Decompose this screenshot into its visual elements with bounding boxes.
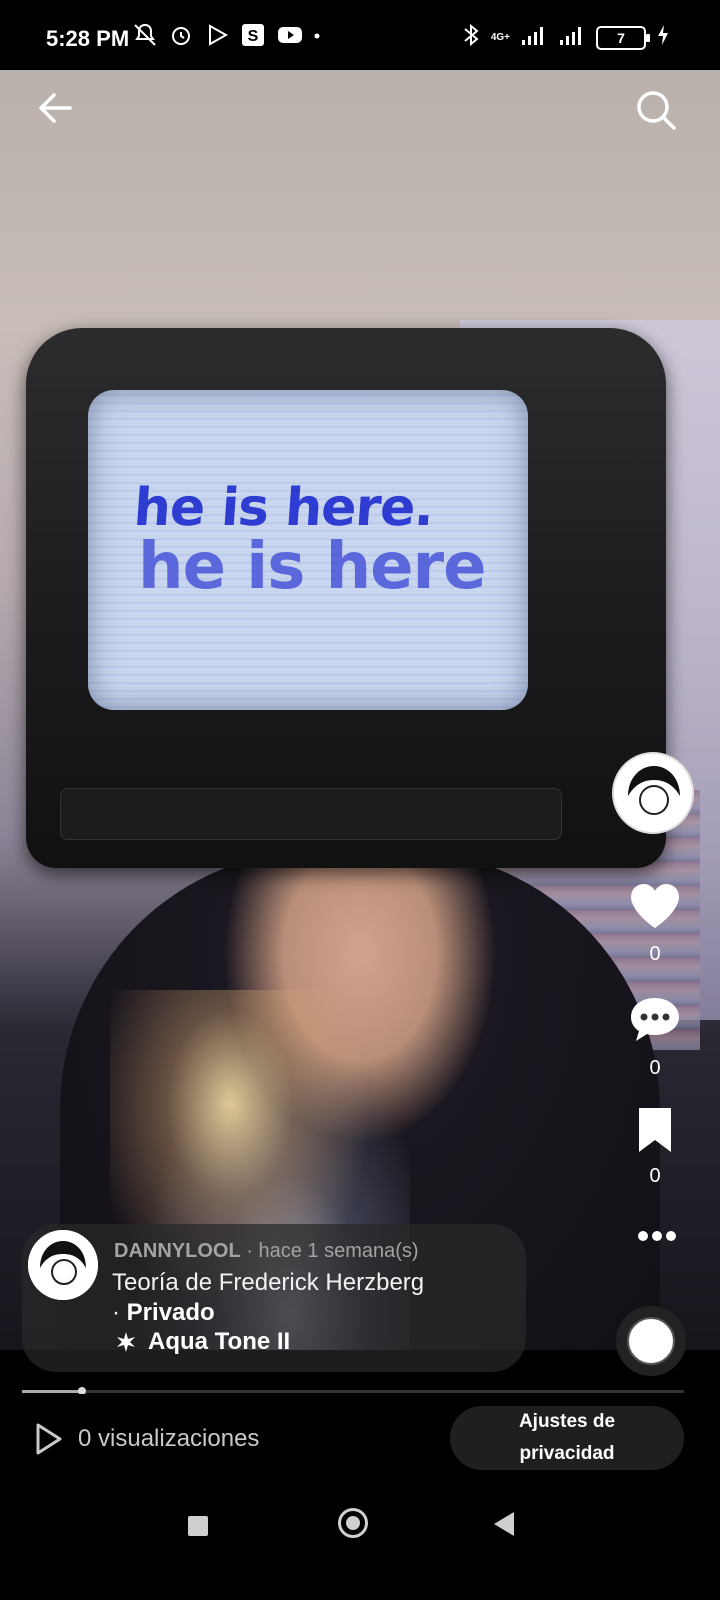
- search-button[interactable]: [632, 86, 680, 134]
- post-time: hace 1 semana(s): [258, 1240, 419, 1262]
- home-button[interactable]: [338, 1508, 368, 1538]
- tv-screen: he is here. he is here: [88, 390, 528, 710]
- post-avatar[interactable]: [28, 1230, 98, 1300]
- video-progress-bar[interactable]: [22, 1387, 684, 1395]
- sound-disc-image: [627, 1317, 675, 1365]
- search-icon: [637, 91, 676, 130]
- charging-icon: [656, 24, 670, 51]
- tv-head: he is here. he is here: [26, 328, 666, 868]
- save-action[interactable]: 0: [620, 1106, 690, 1188]
- sound-link[interactable]: Aqua Tone II: [114, 1328, 290, 1356]
- status-time: 5:28 PM: [46, 26, 130, 51]
- recents-button[interactable]: [188, 1516, 208, 1536]
- more-button[interactable]: [620, 1224, 690, 1253]
- bookmark-icon: [639, 1108, 671, 1152]
- tv-screen-text-2: he is here: [138, 530, 486, 604]
- post-meta: DANNYLOOL · hace 1 semana(s): [114, 1240, 419, 1263]
- svg-text:S: S: [248, 28, 259, 45]
- sound-disc[interactable]: [616, 1306, 686, 1376]
- meta-separator: ·: [246, 1240, 253, 1262]
- privacy-settings-button[interactable]: Ajustes de privacidad: [450, 1406, 684, 1470]
- comment-icon: [631, 998, 679, 1041]
- youtube-icon: [276, 22, 302, 48]
- like-count: 0: [649, 943, 661, 965]
- avatar-image: [614, 754, 692, 832]
- tv-control-panel: [60, 788, 562, 840]
- more-icon: [638, 1231, 676, 1241]
- sound-name: Aqua Tone II: [148, 1328, 291, 1355]
- video-player[interactable]: he is here. he is here: [0, 70, 720, 1350]
- tv-screen-text-1: he is here.: [131, 478, 436, 538]
- arrow-left-icon: [39, 93, 72, 123]
- play-store-icon: [204, 22, 230, 48]
- signal-icon-2: [558, 24, 586, 51]
- post-title: Teoría de Frederick Herzberg: [112, 1269, 425, 1296]
- post-info-card[interactable]: DANNYLOOL · hace 1 semana(s) Teoría de F…: [22, 1224, 526, 1372]
- comment-action[interactable]: 0: [620, 994, 690, 1080]
- back-button[interactable]: [34, 86, 78, 130]
- system-navigation-bar: [0, 1484, 720, 1600]
- system-back-button[interactable]: [494, 1512, 514, 1536]
- status-right: 4G+ 7: [461, 22, 670, 53]
- bottom-bar: 0 visualizaciones Ajustes de privacidad: [0, 1394, 720, 1484]
- heart-icon: [631, 884, 679, 928]
- alarm-icon: [168, 22, 194, 48]
- play-icon: [36, 1423, 62, 1455]
- privacy-button-line2: privacidad: [519, 1443, 615, 1464]
- username[interactable]: DANNYLOOL: [114, 1240, 241, 1262]
- privacy-label: Privado: [126, 1299, 215, 1326]
- views-text: 0 visualizaciones: [78, 1425, 260, 1452]
- save-count: 0: [649, 1165, 661, 1187]
- dot-icon: [312, 22, 338, 48]
- mute-icon: [132, 22, 158, 48]
- status-bar: 5:28 PM S 4G+ 7: [0, 0, 720, 70]
- privacy-button-line1: Ajustes de: [518, 1411, 616, 1432]
- creator-avatar[interactable]: [612, 752, 694, 834]
- title-separator: ·: [112, 1299, 120, 1326]
- views-counter: 0 visualizaciones: [34, 1422, 259, 1456]
- post-title-block: Teoría de Frederick Herzberg · Privado: [112, 1268, 512, 1328]
- battery-icon: 7: [596, 25, 650, 50]
- progress-fill: [22, 1387, 86, 1395]
- sparkle-icon: [117, 1332, 135, 1352]
- status-notification-icons: S: [132, 22, 338, 48]
- s-app-icon: S: [240, 22, 266, 48]
- comment-count: 0: [649, 1057, 661, 1079]
- avatar-image: [28, 1230, 98, 1300]
- bluetooth-icon: [461, 22, 481, 53]
- network-type: 4G+: [490, 32, 510, 43]
- like-action[interactable]: 0: [620, 880, 690, 966]
- signal-icon: [520, 24, 548, 51]
